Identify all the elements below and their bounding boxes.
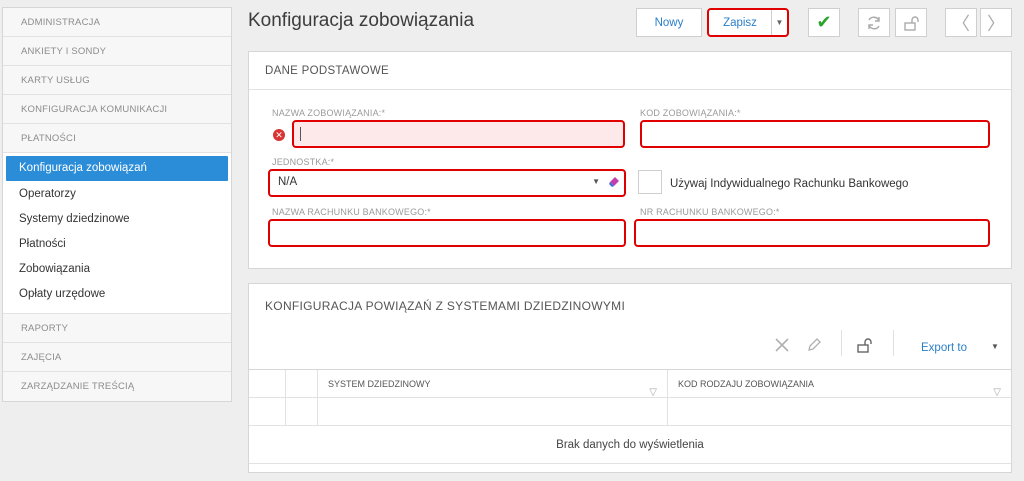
individual-account-checkbox[interactable] [638,170,662,194]
page-title: Konfiguracja zobowiązania [248,10,475,31]
bank-number-field-label: NR RACHUNKU BANKOWEGO:* [640,207,780,217]
delete-icon[interactable] [774,337,790,358]
grid-header-row: SYSTEM DZIEDZINOWY ▽ KOD RODZAJU ZOBOWIĄ… [249,370,1011,398]
bank-number-field[interactable] [634,219,990,247]
refresh-icon [868,16,880,29]
bank-name-field[interactable] [268,219,626,247]
grid-filter-row [249,398,1011,426]
sidebar-section-administracja[interactable]: ADMINISTRACJA [3,8,231,37]
save-button[interactable]: Zapisz ▼ [707,8,789,37]
sidebar-item-oplaty-urzedowe[interactable]: Opłaty urzędowe [3,282,231,307]
grid-empty-message: Brak danych do wyświetlenia [249,426,1011,464]
new-button[interactable]: Nowy [636,8,702,37]
links-grid: SYSTEM DZIEDZINOWY ▽ KOD RODZAJU ZOBOWIĄ… [249,369,1011,464]
links-panel-title: KONFIGURACJA POWIĄZAŃ Z SYSTEMAMI DZIEDZ… [265,299,626,313]
refresh-button[interactable] [858,8,890,37]
eraser-icon[interactable] [608,176,620,188]
edit-icon[interactable] [806,337,822,358]
text-caret [300,127,301,141]
basic-data-title: DANE PODSTAWOWE [249,52,1011,90]
chevron-left-icon: 〈 [952,13,970,34]
export-button[interactable]: Export to [921,342,967,354]
bank-name-field-label: NAZWA RACHUNKU BANKOWEGO:* [272,207,431,217]
sidebar-section-raporty[interactable]: RAPORTY [3,314,231,343]
toolbar-divider [893,330,894,356]
checkmark-icon: ✔ [816,12,832,32]
sidebar-item-platnosci[interactable]: Płatności [3,232,231,257]
grid-spacer-cell [249,398,285,425]
sidebar-section-ankiety[interactable]: ANKIETY I SONDY [3,37,231,66]
chevron-down-icon: ▼ [775,18,784,27]
sidebar-submenu: Konfiguracja zobowiązań Operatorzy Syste… [3,153,231,314]
column-header-system-label: SYSTEM DZIEDZINOWY [328,379,431,389]
sidebar-section-zarzadzanie-trescia[interactable]: ZARZĄDZANIE TREŚCIĄ [3,372,231,401]
toolbar-divider [841,330,842,356]
unit-field-label: JEDNOSTKA:* [272,157,335,167]
filter-cell-system[interactable] [317,398,667,425]
individual-account-label: Używaj Indywidualnego Rachunku Bankowego [670,178,909,190]
error-icon: ✕ [273,129,285,141]
unlock-button[interactable] [895,8,927,37]
code-field[interactable] [640,120,990,148]
sidebar-section-konfiguracja-komunikacji[interactable]: KONFIGURACJA KOMUNIKACJI [3,95,231,124]
sidebar-item-operatorzy[interactable]: Operatorzy [3,182,231,207]
grid-spacer-cell [249,370,285,397]
filter-cell-code[interactable] [667,398,1011,425]
sidebar-section-platnosci[interactable]: PŁATNOŚCI [3,124,231,153]
sidebar-section-zajecia[interactable]: ZAJĘCIA [3,343,231,372]
column-header-system[interactable]: SYSTEM DZIEDZINOWY ▽ [317,370,667,398]
sidebar-item-systemy-dziedzinowe[interactable]: Systemy dziedzinowe [3,207,231,232]
confirm-button[interactable]: ✔ [808,8,840,37]
column-header-code[interactable]: KOD RODZAJU ZOBOWIĄZANIA ▽ [667,370,1011,398]
code-field-label: KOD ZOBOWIĄZANIA:* [640,108,741,118]
sidebar: ADMINISTRACJA ANKIETY I SONDY KARTY USŁU… [2,7,232,402]
name-field-label: NAZWA ZOBOWIĄZANIA:* [272,108,386,118]
previous-button[interactable]: 〈 [945,8,977,37]
sidebar-item-konfiguracja-zobowiazan[interactable]: Konfiguracja zobowiązań [6,156,228,181]
sidebar-item-zobowiazania[interactable]: Zobowiązania [3,257,231,282]
next-button[interactable]: 〉 [980,8,1012,37]
unit-select[interactable]: N/A ▼ [268,169,626,197]
column-header-code-label: KOD RODZAJU ZOBOWIĄZANIA [678,379,815,389]
chevron-right-icon: 〉 [987,13,1005,34]
grid-spacer-cell [285,370,317,397]
sidebar-section-karty-uslug[interactable]: KARTY USŁUG [3,66,231,95]
grid-spacer-cell [285,398,317,425]
save-button-label: Zapisz [723,16,757,29]
unlock-icon[interactable] [857,337,873,358]
save-dropdown-toggle[interactable]: ▼ [771,10,787,35]
chevron-down-icon[interactable]: ▼ [991,342,999,351]
unit-select-value: N/A [278,176,298,188]
unlock-icon [904,15,919,31]
chevron-down-icon[interactable]: ▼ [592,177,600,186]
name-field[interactable] [292,120,625,148]
